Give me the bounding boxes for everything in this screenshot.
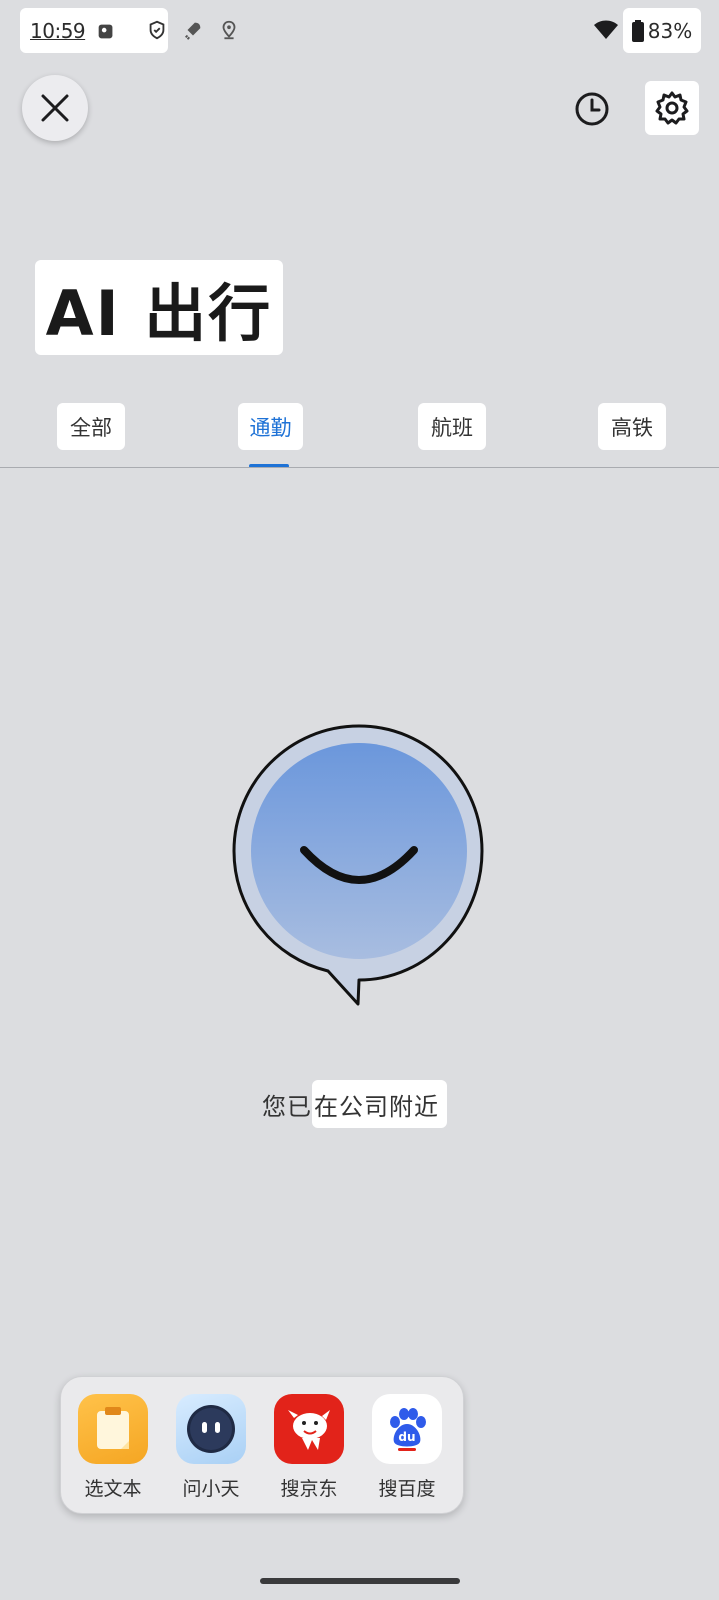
wifi-icon — [594, 20, 618, 39]
dock-item-search-jd[interactable]: 搜京东 — [267, 1394, 351, 1501]
close-button[interactable] — [22, 75, 88, 141]
page-title-box: AI 出行 — [35, 260, 283, 355]
tab-flight[interactable]: 航班 — [418, 403, 486, 450]
battery-percent: 83% — [647, 18, 693, 43]
home-indicator[interactable] — [260, 1578, 460, 1584]
dock-item-ask-xiaotian[interactable]: 问小天 — [169, 1394, 253, 1501]
dock-item-label: 搜京东 — [280, 1478, 338, 1500]
smiling-assistant-bubble-icon — [232, 724, 484, 1006]
status-message-location: 在公司附近 — [312, 1080, 447, 1128]
dock-item-select-text[interactable]: 选文本 — [71, 1394, 155, 1501]
dock-item-label: 搜百度 — [378, 1478, 436, 1500]
tab-high-speed-rail[interactable]: 高铁 — [598, 403, 666, 450]
battery-icon — [631, 19, 644, 42]
history-button[interactable] — [570, 87, 614, 131]
settings-button[interactable] — [645, 81, 699, 135]
shield-icon — [149, 20, 165, 40]
dock-item-label: 选文本 — [84, 1478, 142, 1500]
tab-divider — [0, 467, 719, 468]
clipboard-icon — [78, 1394, 148, 1464]
clock-icon — [575, 92, 609, 126]
tab-bar: 全部 通勤 航班 高铁 — [0, 403, 719, 469]
photos-icon — [98, 24, 113, 38]
rocket-icon — [185, 22, 201, 40]
dock-item-search-baidu[interactable]: du 搜百度 — [365, 1394, 449, 1501]
status-time: 10:59 — [30, 18, 86, 43]
baidu-paw-icon: du — [372, 1394, 442, 1464]
tab-all[interactable]: 全部 — [57, 403, 125, 450]
svg-text:du: du — [398, 1430, 415, 1444]
page-title: AI 出行 — [45, 276, 273, 350]
assistant-robot-icon — [176, 1394, 246, 1464]
status-message-prefix: 您已 — [262, 1092, 312, 1121]
gear-icon — [655, 91, 689, 125]
tab-commute[interactable]: 通勤 — [238, 403, 303, 450]
location-status-message: 您已 在公司附近 — [262, 1080, 447, 1128]
jd-dog-icon — [274, 1394, 344, 1464]
status-icons — [149, 18, 240, 42]
location-icon — [222, 20, 236, 40]
app-dock: 选文本 问小天 搜京东 du 搜百度 — [60, 1376, 464, 1514]
close-icon — [41, 94, 69, 122]
battery-box: 83% — [623, 8, 701, 53]
dock-item-label: 问小天 — [182, 1478, 240, 1500]
